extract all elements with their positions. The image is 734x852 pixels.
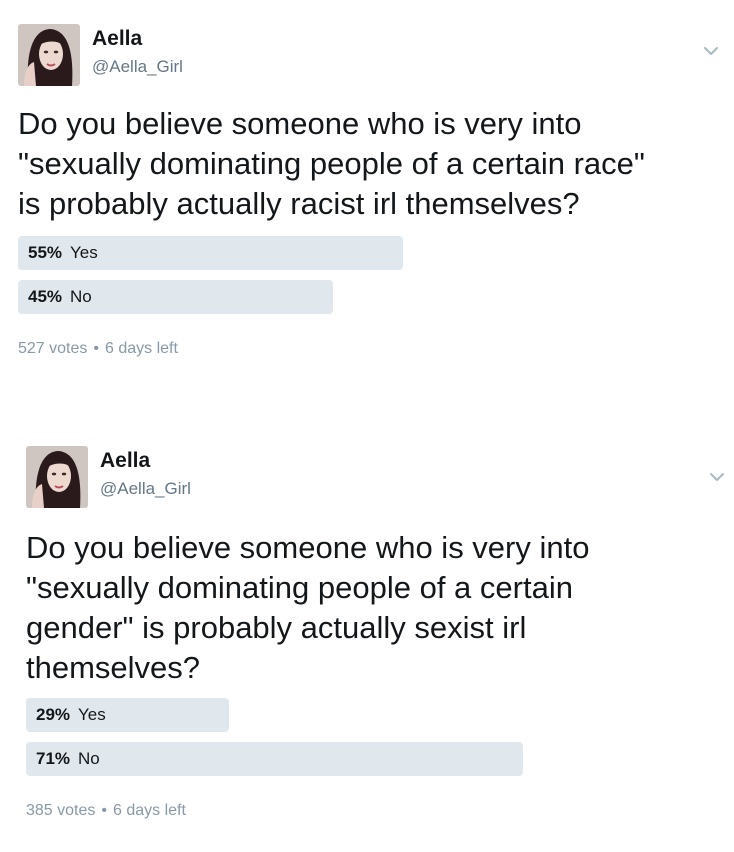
poll-percent: 29%: [36, 705, 71, 724]
tweet-text: Do you believe someone who is very into …: [26, 530, 590, 685]
separator-dot: •: [93, 340, 99, 357]
poll-percent: 55%: [28, 243, 63, 262]
poll-option-label: No: [78, 749, 100, 768]
time-left: 6 days left: [113, 802, 186, 819]
poll-option-no: 71% No: [26, 742, 546, 776]
avatar[interactable]: [18, 24, 80, 86]
avatar[interactable]: [26, 446, 88, 508]
time-left: 6 days left: [105, 340, 178, 357]
poll-option-label: Yes: [70, 243, 98, 262]
display-name[interactable]: Aella: [92, 27, 142, 51]
poll-option-yes: 55% Yes: [18, 236, 538, 270]
poll-option-label: No: [70, 287, 92, 306]
user-handle[interactable]: @Aella_Girl: [100, 479, 191, 499]
poll-option-label: Yes: [78, 705, 106, 724]
user-handle[interactable]: @Aella_Girl: [92, 57, 183, 77]
chevron-down-icon[interactable]: [700, 40, 722, 62]
poll-percent: 71%: [36, 749, 71, 768]
vote-count: 527 votes: [18, 340, 88, 357]
avatar-image: [18, 24, 80, 86]
avatar-image: [26, 446, 88, 508]
poll-bar: [26, 742, 523, 776]
tweet-text: Do you believe someone who is very into …: [18, 106, 645, 221]
chevron-down-icon[interactable]: [706, 466, 728, 488]
poll-footer: 385 votes • 6 days left: [26, 802, 186, 820]
vote-count: 385 votes: [26, 802, 96, 819]
display-name[interactable]: Aella: [100, 449, 150, 473]
separator-dot: •: [101, 802, 107, 819]
poll-percent: 45%: [28, 287, 63, 306]
poll-option-no: 45% No: [18, 280, 538, 314]
poll-option-yes: 29% Yes: [26, 698, 546, 732]
poll-footer: 527 votes • 6 days left: [18, 340, 178, 358]
